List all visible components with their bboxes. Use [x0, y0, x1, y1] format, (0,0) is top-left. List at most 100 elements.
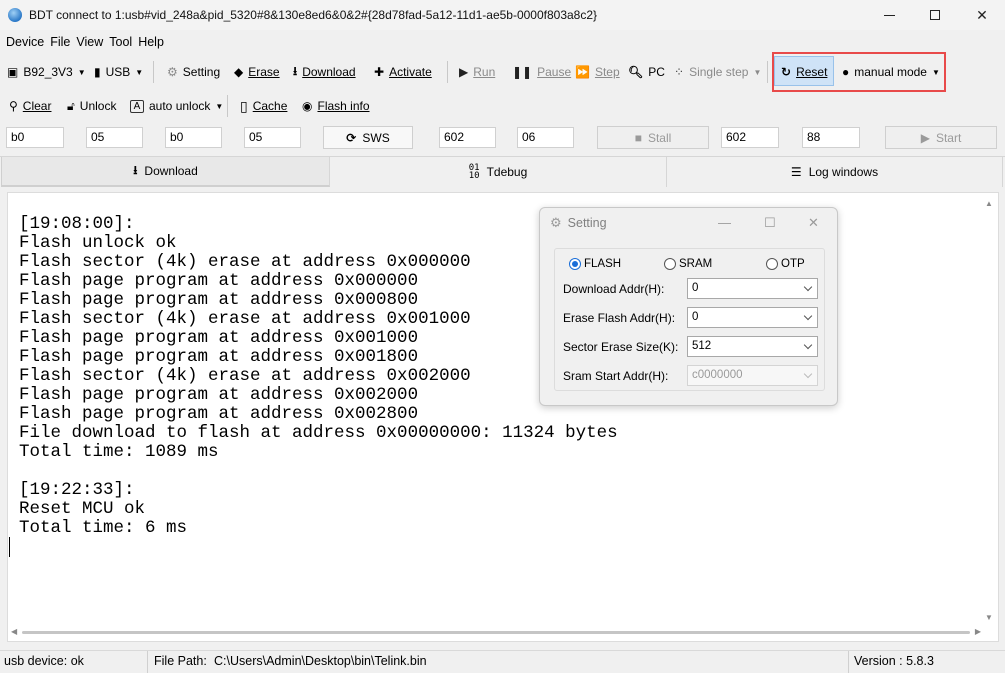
pause-button[interactable]: ❚❚ Pause [512, 57, 571, 87]
interface-label: USB [105, 65, 131, 79]
tab-tdebug[interactable]: 01 10 Tdebug [330, 157, 667, 187]
chevron-down-icon [803, 282, 813, 292]
unlock-label: Unlock [79, 99, 117, 113]
sector-size-value: 512 [692, 340, 712, 352]
sws-button[interactable]: ⟳ SWS [323, 126, 413, 149]
clear-label: Clear [22, 99, 52, 113]
close-icon: ✕ [976, 6, 988, 23]
close-button[interactable]: ✕ [959, 0, 1005, 30]
stop-icon: ■ [634, 130, 642, 145]
scroll-thumb[interactable] [22, 631, 970, 634]
dialog-minimize-button[interactable]: — [718, 215, 731, 230]
status-bar: usb device: ok File Path: C:\Users\Admin… [0, 650, 1005, 673]
dialog-title-bar: ⚙ Setting [540, 208, 837, 238]
radio-flash[interactable]: FLASH [569, 258, 621, 270]
tab-bar: ⭳ Download 01 10 Tdebug ☰ Log windows [0, 156, 1005, 187]
lock-icon: 🔓︎ [67, 98, 75, 113]
device-status: usb device: ok [4, 654, 84, 668]
tab-download[interactable]: ⭳ Download [1, 157, 330, 187]
sws-label: SWS [362, 130, 390, 145]
register-row: b0 05 b0 05 ⟳ SWS 602 06 ■ Stall 602 88 … [0, 126, 1005, 150]
toolbar-divider [227, 95, 228, 117]
scroll-down-icon[interactable]: ▼ [985, 613, 993, 622]
horizontal-scrollbar[interactable]: ◀ ▶ [8, 625, 984, 641]
document-icon: ▯ [240, 97, 248, 114]
dialog-close-button[interactable]: ✕ [808, 215, 819, 231]
radio-flash-dot [569, 258, 581, 270]
activate-button[interactable]: ✚ Activate [374, 57, 432, 87]
scroll-right-icon[interactable]: ▶ [975, 627, 981, 636]
menu-file[interactable]: File [44, 35, 70, 49]
radio-otp-label: OTP [781, 258, 805, 270]
erase-label: Erase [248, 65, 280, 79]
run-button[interactable]: ▶ Run [459, 57, 495, 87]
setting-label: Setting [182, 65, 221, 79]
scroll-left-icon[interactable]: ◀ [11, 627, 17, 636]
radio-flash-label: FLASH [584, 258, 622, 270]
menu-view[interactable]: View [70, 35, 103, 49]
sector-size-select[interactable]: 512 [687, 336, 818, 357]
setting-button[interactable]: ⚙ Setting [167, 57, 220, 87]
cache-button[interactable]: ▯ Cache [240, 91, 287, 121]
auto-unlock-select[interactable]: A auto unlock ▼ [130, 91, 223, 121]
minimize-button[interactable] [866, 0, 912, 30]
unlock-button[interactable]: 🔓︎ Unlock [67, 91, 116, 121]
vertical-scrollbar[interactable]: ▲ ▼ [982, 193, 998, 626]
radio-otp[interactable]: OTP [766, 258, 805, 270]
field-4[interactable]: 05 [244, 127, 301, 148]
field-5[interactable]: 602 [439, 127, 496, 148]
radio-sram[interactable]: SRAM [664, 258, 712, 270]
stall-button[interactable]: ■ Stall [597, 126, 709, 149]
log-text: [19:08:00]: Flash unlock ok Flash sector… [19, 214, 618, 538]
tab-log-windows[interactable]: ☰ Log windows [667, 157, 1003, 187]
sram-start-select[interactable]: c0000000 [687, 365, 818, 386]
run-label: Run [473, 65, 496, 79]
field-3[interactable]: b0 [165, 127, 222, 148]
erase-button[interactable]: ◆ Erase [234, 57, 280, 87]
field-2[interactable]: 05 [86, 127, 143, 148]
step-button[interactable]: ⏩ Step [575, 57, 620, 87]
field-1[interactable]: b0 [6, 127, 64, 148]
start-button[interactable]: ▶ Start [885, 126, 997, 149]
gear-icon: ⚙ [167, 65, 178, 79]
usb-icon: ▮ [94, 65, 101, 79]
log-output[interactable]: [19:08:00]: Flash unlock ok Flash sector… [7, 192, 999, 642]
field-7[interactable]: 602 [721, 127, 779, 148]
menu-help[interactable]: Help [132, 35, 164, 49]
binary-icon: 01 10 [468, 163, 480, 181]
play-icon: ▶ [920, 130, 930, 145]
maximize-icon [930, 10, 940, 20]
clear-button[interactable]: ⚲ Clear [9, 91, 51, 121]
field-6[interactable]: 06 [517, 127, 574, 148]
maximize-button[interactable] [912, 0, 958, 30]
download-button[interactable]: ⭳ Download [293, 57, 356, 87]
download-addr-select[interactable]: 0 [687, 278, 818, 299]
chevron-down-icon: ▼ [215, 101, 224, 111]
single-step-select[interactable]: ⁘ Single step ▼ [674, 57, 761, 87]
sector-size-label: Sector Erase Size(K): [563, 340, 679, 354]
file-path-value: C:\Users\Admin\Desktop\bin\Telink.bin [214, 654, 427, 668]
flash-info-button[interactable]: ◉ Flash info [302, 91, 370, 121]
auto-unlock-label: auto unlock [149, 99, 211, 113]
chevron-down-icon [803, 311, 813, 321]
dialog-title: Setting [567, 216, 607, 230]
minimize-icon [883, 14, 895, 16]
pc-button[interactable]: 🔍︎ PC [628, 57, 665, 87]
field-8[interactable]: 88 [802, 127, 860, 148]
eye-icon: ◉ [302, 99, 313, 113]
menu-bar: Device File View Tool Help [0, 32, 164, 52]
chip-select[interactable]: ▣ B92_3V3 ▼ [7, 57, 86, 87]
title-bar: BDT connect to 1:usb#vid_248a&pid_5320#8… [0, 0, 1005, 30]
erase-addr-select[interactable]: 0 [687, 307, 818, 328]
status-divider [147, 651, 148, 673]
menu-tool[interactable]: Tool [103, 35, 132, 49]
gear-icon: ⚙ [550, 215, 562, 230]
dialog-maximize-button[interactable]: ☐ [764, 215, 776, 231]
search-icon: 🔍︎ [628, 65, 644, 79]
chevron-down-icon [803, 369, 813, 379]
menu-device[interactable]: Device [0, 35, 44, 49]
scroll-up-icon[interactable]: ▲ [985, 199, 993, 208]
text-cursor [9, 537, 10, 557]
stall-label: Stall [647, 130, 672, 145]
interface-select[interactable]: ▮ USB ▼ [94, 57, 143, 87]
